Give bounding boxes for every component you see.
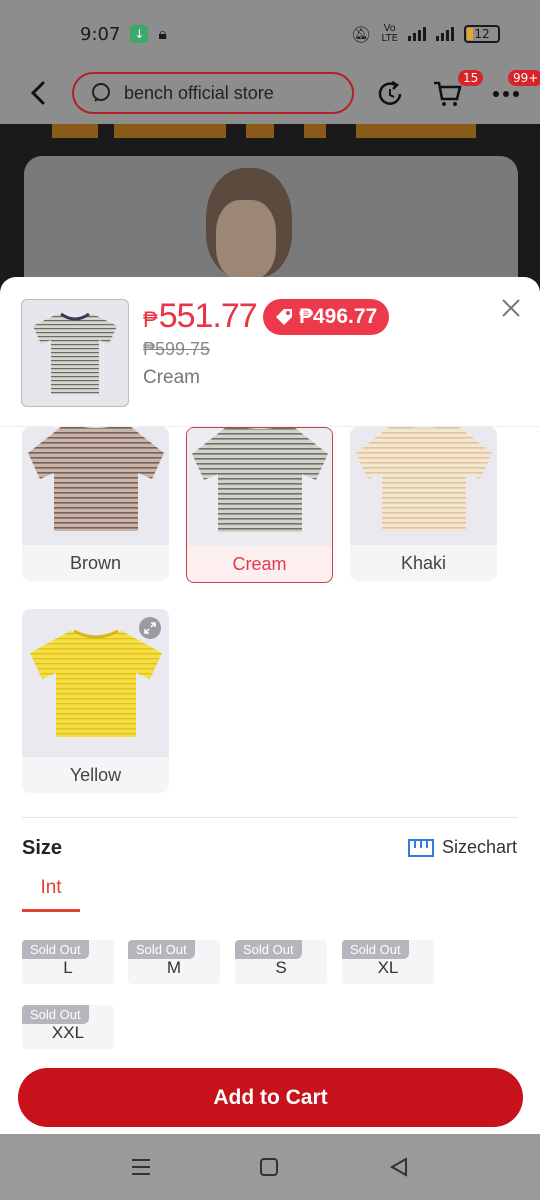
size-option-label: XXL <box>51 1023 85 1042</box>
current-price: ₱551.77 <box>143 297 258 336</box>
home-button[interactable] <box>256 1154 282 1180</box>
expand-icon <box>144 622 156 634</box>
currency-symbol: ₱ <box>143 307 158 332</box>
size-option-label: S <box>275 958 287 977</box>
size-option-m[interactable]: Sold Out M <box>128 940 220 984</box>
current-price-value: 551.77 <box>158 297 258 335</box>
refresh-icon <box>378 80 402 105</box>
signal-5g-icon <box>408 27 426 41</box>
search-icon <box>92 83 110 102</box>
color-option-label: Yellow <box>69 764 122 785</box>
size-option-l[interactable]: Sold Out L <box>22 940 114 984</box>
download-icon: ↓ <box>130 25 149 43</box>
battery-level: 12 <box>474 27 490 41</box>
color-option-image <box>350 427 497 545</box>
original-price: ₱599.75 <box>143 339 211 359</box>
tab-int[interactable]: Int <box>22 877 80 912</box>
back-arrow-icon <box>30 81 45 105</box>
close-button[interactable] <box>498 295 524 321</box>
ruler-icon <box>408 838 434 857</box>
color-option-image <box>22 427 169 545</box>
color-option-label: Cream <box>232 553 287 574</box>
color-option-brown[interactable]: Brown <box>22 427 169 581</box>
size-option-xxl[interactable]: Sold Out XXL <box>22 1005 114 1049</box>
close-icon <box>502 299 520 317</box>
refresh-button[interactable] <box>374 78 406 110</box>
cart-count-badge: 15 <box>458 70 484 86</box>
sold-out-badge: Sold Out <box>128 940 195 959</box>
color-option-image <box>187 428 332 546</box>
variant-sheet: ₱551.77 ₱496.77 ₱599.75 Cream Brown Crea… <box>0 277 540 1134</box>
background-page: 9:07 ↓ 🔒︎ 🔕︎ Vo LTE 12 bench official sto… <box>0 0 540 316</box>
mute-icon: 🔕︎ <box>351 24 372 44</box>
size-option-s[interactable]: Sold Out S <box>235 940 327 984</box>
status-bar: 9:07 ↓ 🔒︎ 🔕︎ Vo LTE 12 <box>0 0 540 68</box>
color-option-label: Khaki <box>400 552 447 573</box>
tshirt-khaki-image <box>355 427 492 531</box>
size-option-label: L <box>63 958 73 977</box>
sizechart-label: Sizechart <box>442 837 518 857</box>
nav-bar: bench official store 15 99+ <box>0 66 540 124</box>
volte-icon: Vo LTE <box>381 23 398 44</box>
banner-stripe <box>0 124 540 138</box>
tshirt-cream-image <box>191 428 328 532</box>
color-option-yellow[interactable]: Yellow <box>22 609 169 793</box>
sold-out-badge: Sold Out <box>22 1005 89 1024</box>
signal-icon <box>436 27 454 41</box>
size-section-title: Size <box>22 837 63 859</box>
sold-out-badge: Sold Out <box>235 940 302 959</box>
back-button[interactable] <box>24 78 52 108</box>
voucher-tag-icon <box>276 309 292 325</box>
search-text: bench official store <box>124 82 274 103</box>
search-box[interactable]: bench official store <box>72 72 354 114</box>
size-option-label: M <box>166 958 182 977</box>
voucher-price-value: ₱496.77 <box>299 305 378 328</box>
expand-image-button[interactable] <box>139 617 161 639</box>
more-button[interactable]: 99+ <box>490 70 540 110</box>
tshirt-brown-image <box>27 427 164 531</box>
voucher-price-badge: ₱496.77 <box>263 299 390 335</box>
cart-button[interactable]: 15 <box>430 70 484 110</box>
color-option-image <box>22 609 169 757</box>
product-thumbnail <box>21 299 129 407</box>
sold-out-badge: Sold Out <box>342 940 409 959</box>
system-navigation-bar <box>0 1134 540 1200</box>
lock-icon: 🔒︎ <box>158 24 167 43</box>
tshirt-thumbnail-image <box>33 312 117 394</box>
sold-out-badge: Sold Out <box>22 940 89 959</box>
store-banner <box>0 124 540 316</box>
color-option-cream[interactable]: Cream <box>186 427 333 583</box>
more-count-badge: 99+ <box>508 70 540 86</box>
size-option-label: XL <box>377 958 399 977</box>
sizechart-link[interactable]: Sizechart <box>408 837 517 858</box>
recents-button[interactable] <box>128 1154 154 1180</box>
color-option-label: Brown <box>69 552 122 573</box>
tshirt-yellow-image <box>29 629 162 737</box>
section-divider <box>22 817 518 818</box>
home-square-icon <box>260 1158 278 1176</box>
more-icon <box>493 91 519 97</box>
model-face <box>216 200 276 280</box>
battery-icon: 12 <box>464 25 500 43</box>
status-time-group: 9:07 ↓ 🔒︎ <box>80 24 167 45</box>
back-triangle-icon <box>389 1157 407 1177</box>
status-right: 🔕︎ Vo LTE 12 <box>351 24 500 44</box>
sheet-header: ₱551.77 ₱496.77 ₱599.75 Cream <box>0 277 540 427</box>
status-time: 9:07 <box>80 23 121 45</box>
system-back-button[interactable] <box>386 1154 412 1180</box>
size-option-xl[interactable]: Sold Out XL <box>342 940 434 984</box>
selected-variant-name: Cream <box>143 367 201 388</box>
add-to-cart-button[interactable]: Add to Cart <box>18 1068 523 1127</box>
menu-icon <box>132 1159 150 1175</box>
color-option-khaki[interactable]: Khaki <box>350 427 497 581</box>
